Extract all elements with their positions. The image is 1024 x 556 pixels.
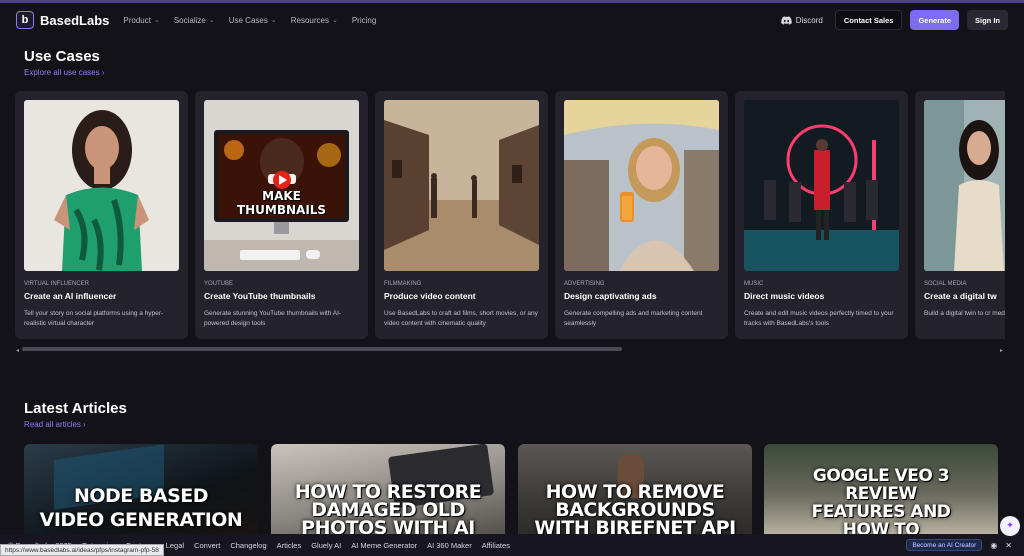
contact-sales-button[interactable]: Contact Sales — [834, 10, 903, 30]
card-title: Create YouTube thumbnails — [204, 291, 316, 301]
card-title: Produce video content — [384, 291, 476, 301]
card-category: YOUTUBE — [204, 281, 234, 287]
become-ai-creator-button[interactable]: Become an AI Creator — [906, 539, 983, 551]
nav-product[interactable]: Product ⌄ — [123, 16, 159, 25]
article-card-node-based[interactable]: NODE BASED VIDEO GENERATION — [24, 444, 258, 544]
card-category: ADVERTISING — [564, 281, 605, 287]
card-image — [924, 100, 1005, 271]
thumbnail-overlay-text: MAKE THUMBNAILS — [236, 189, 327, 217]
x-icon[interactable]: ✕ — [1005, 541, 1012, 550]
footer-link-articles[interactable]: Articles — [277, 541, 302, 550]
chevron-down-icon: ⌄ — [270, 17, 277, 24]
article-line: GOOGLE VEO 3 — [812, 466, 950, 486]
chevron-down-icon: ⌄ — [208, 17, 215, 24]
footer-link-ai-meme-generator[interactable]: AI Meme Generator — [351, 541, 417, 550]
use-case-card-music[interactable]: MUSIC Direct music videos Create and edi… — [735, 91, 908, 339]
discord-label: Discord — [795, 15, 823, 25]
nav-product-label: Product — [123, 15, 151, 25]
card-description: Generate compelling ads and marketing co… — [564, 310, 703, 327]
explore-use-cases-link[interactable]: Explore all use cases › — [24, 68, 104, 77]
card-image — [24, 100, 179, 271]
article-card-restore-photos[interactable]: HOW TO RESTORE DAMAGED OLD PHOTOS WITH A… — [271, 444, 505, 544]
discord-icon[interactable]: ◉ — [990, 541, 997, 550]
nav-pricing-label: Pricing — [351, 15, 377, 25]
carousel-scrollbar[interactable] — [22, 347, 998, 351]
card-title: Create a digital tw — [924, 291, 997, 301]
nav-use-cases[interactable]: Use Cases ⌄ — [229, 16, 277, 25]
assistant-launcher-icon[interactable]: ✦ — [1000, 516, 1020, 536]
discord-icon — [780, 15, 792, 25]
card-description: Tell your story on social platforms usin… — [24, 310, 164, 327]
carousel-scrollbar-thumb[interactable] — [22, 347, 622, 351]
article-card-remove-backgrounds[interactable]: HOW TO REMOVE BACKGROUNDS WITH BIREFNET … — [518, 444, 752, 544]
sign-in-button[interactable]: Sign In — [967, 10, 1008, 30]
nav-resources[interactable]: Resources ⌄ — [291, 16, 338, 25]
main-nav: Product ⌄ Socialize ⌄ Use Cases ⌄ Resources… — [123, 16, 376, 25]
nav-use-cases-label: Use Cases — [228, 15, 268, 25]
brand-logo[interactable]: b BasedLabs — [16, 11, 109, 29]
nav-socialize-label: Socialize — [173, 15, 206, 25]
browser-status-url: https://www.basedlabs.ai/ideas/pfps/inst… — [0, 544, 164, 556]
card-category: FILMMAKING — [384, 281, 422, 287]
card-description: Use BasedLabs to craft ad films, short m… — [384, 310, 538, 327]
card-description: Generate stunning YouTube thumbnails wit… — [204, 310, 342, 327]
latest-articles-title: Latest Articles — [24, 400, 127, 417]
use-case-card-social-media[interactable]: SOCIAL MEDIA Create a digital tw Build a… — [915, 91, 1005, 339]
card-title: Create an AI influencer — [24, 291, 117, 301]
nav-socialize[interactable]: Socialize ⌄ — [174, 16, 215, 25]
article-line: VIDEO GENERATION — [39, 509, 243, 531]
card-title: Design captivating ads — [564, 291, 657, 301]
articles-grid: NODE BASED VIDEO GENERATION HOW TO RESTO… — [24, 444, 1000, 544]
use-case-card-filmmaking[interactable]: FILMMAKING Produce video content Use Bas… — [375, 91, 548, 339]
header-actions: Discord Contact Sales Generate Sign In — [780, 10, 1008, 30]
card-category: VIRTUAL INFLUENCER — [24, 281, 90, 287]
nav-resources-label: Resources — [290, 15, 329, 25]
scroll-right-arrow-icon[interactable]: ▸ — [1000, 347, 1003, 354]
footer-link-convert[interactable]: Convert — [194, 541, 220, 550]
use-case-card-advertising[interactable]: ADVERTISING Design captivating ads Gener… — [555, 91, 728, 339]
card-description: Build a digital twin to cr media marketi… — [924, 310, 1005, 317]
chevron-down-icon: ⌄ — [331, 17, 338, 24]
card-title: Direct music videos — [744, 291, 825, 301]
use-cases-carousel: VIRTUAL INFLUENCER Create an AI influenc… — [15, 91, 1005, 339]
card-category: MUSIC — [744, 281, 764, 287]
discord-link[interactable]: Discord — [780, 15, 823, 25]
card-image — [384, 100, 539, 271]
nav-pricing[interactable]: Pricing — [352, 16, 376, 25]
read-all-articles-link[interactable]: Read all articles › — [24, 420, 86, 429]
footer-link-gluely-ai[interactable]: Gluely AI — [311, 541, 341, 550]
use-case-card-youtube-thumbnails[interactable]: MAKE THUMBNAILS YOUTUBE Create YouTube t… — [195, 91, 368, 339]
article-line: FEATURES AND — [811, 502, 951, 522]
footer-link-legal[interactable]: Legal — [166, 541, 184, 550]
card-image — [744, 100, 899, 271]
site-header: b BasedLabs Product ⌄ Socialize ⌄ Use Case… — [0, 3, 1024, 37]
card-image: MAKE THUMBNAILS — [204, 100, 359, 271]
card-category: SOCIAL MEDIA — [924, 281, 967, 287]
card-image — [564, 100, 719, 271]
use-cases-title: Use Cases — [24, 48, 100, 65]
generate-button[interactable]: Generate — [910, 10, 959, 30]
scroll-left-arrow-icon[interactable]: ◂ — [16, 347, 19, 354]
footer-link-changelog[interactable]: Changelog — [230, 541, 266, 550]
article-line: NODE BASED — [73, 485, 209, 507]
article-card-google-veo[interactable]: GOOGLE VEO 3 REVIEW FEATURES AND HOW TO — [764, 444, 998, 544]
footer-link-ai-360-maker[interactable]: AI 360 Maker — [427, 541, 472, 550]
logo-mark-icon: b — [16, 11, 34, 29]
use-case-card-ai-influencer[interactable]: VIRTUAL INFLUENCER Create an AI influenc… — [15, 91, 188, 339]
chevron-down-icon: ⌄ — [153, 17, 160, 24]
card-description: Create and edit music videos perfectly t… — [744, 310, 894, 327]
article-line: REVIEW — [845, 484, 917, 504]
brand-name: BasedLabs — [40, 12, 110, 28]
footer-link-affiliates[interactable]: Affiliates — [482, 541, 510, 550]
footer-actions: Become an AI Creator ◉ ✕ — [906, 539, 1012, 551]
